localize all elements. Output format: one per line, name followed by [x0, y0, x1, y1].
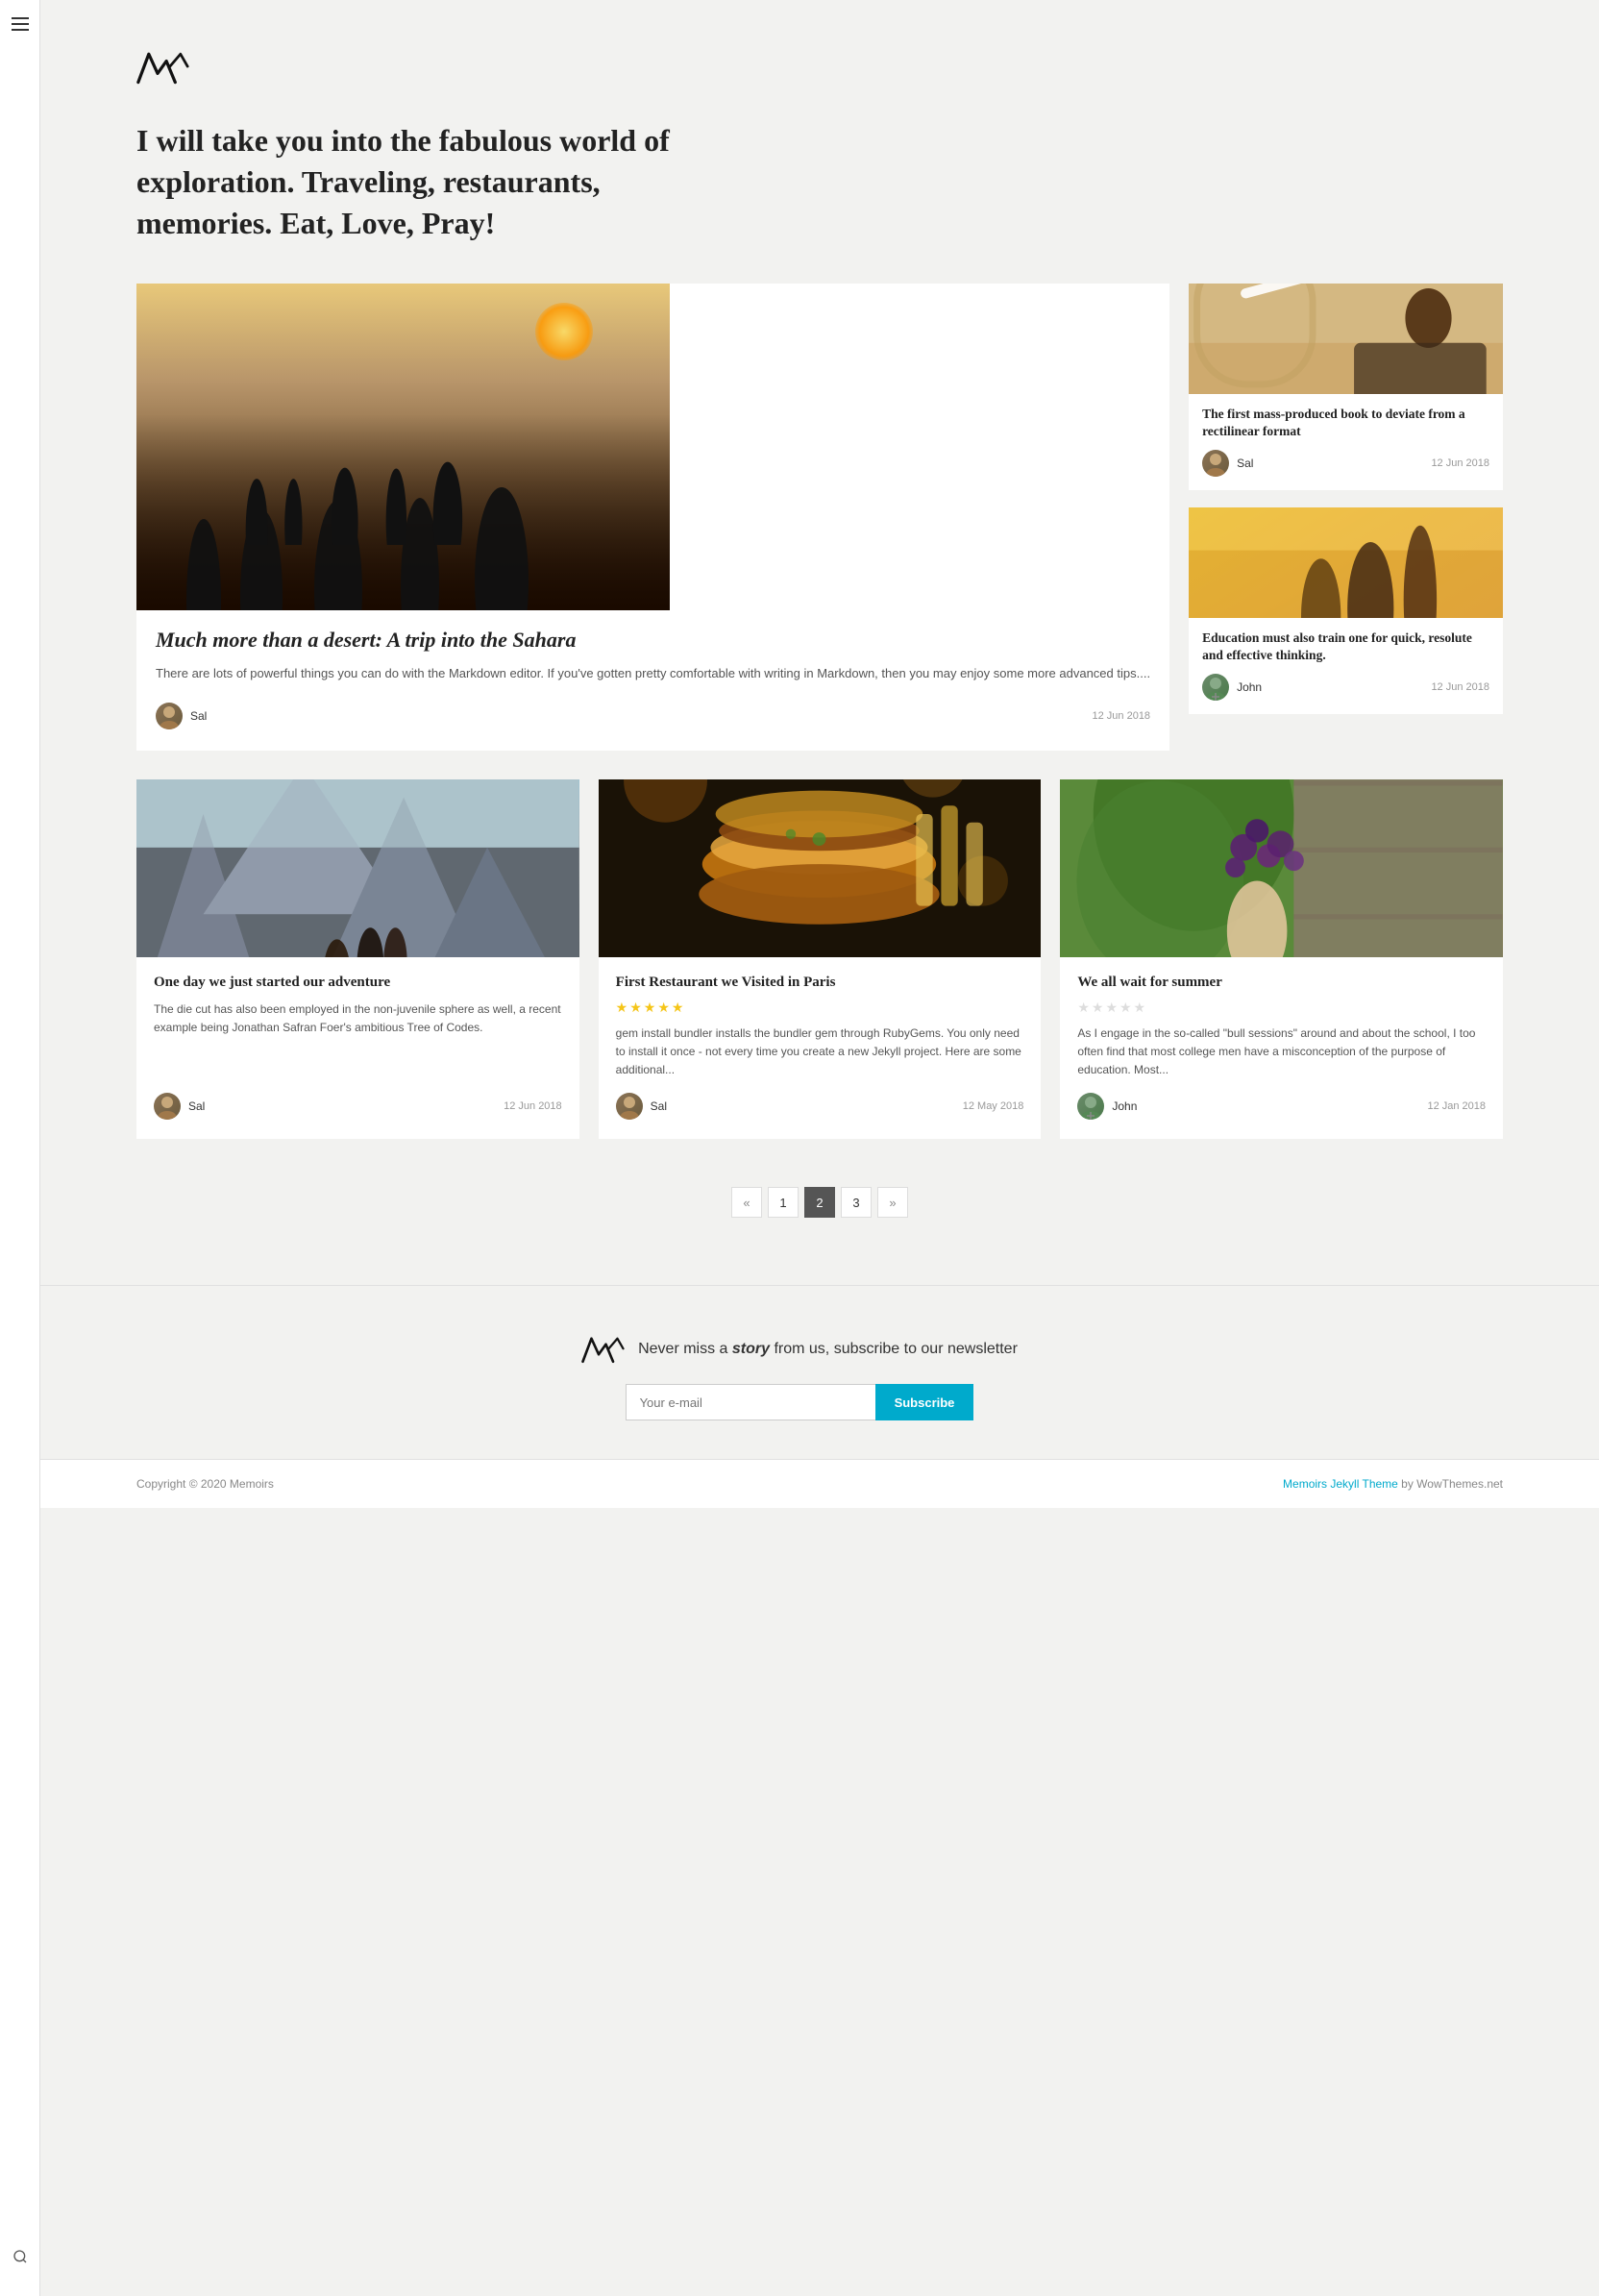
pagination-page-1[interactable]: 1	[768, 1187, 799, 1218]
card-adventure-meta: Sal 12 Jun 2018	[154, 1093, 562, 1120]
search-icon[interactable]	[12, 2249, 28, 2269]
sidebar-card-1-meta: Sal 12 Jun 2018	[1202, 450, 1489, 477]
logo-area	[136, 0, 1503, 91]
card-adventure-image	[136, 779, 579, 957]
sidebar-card-2-image	[1189, 507, 1503, 618]
card-restaurant-title[interactable]: First Restaurant we Visited in Paris	[616, 973, 1024, 992]
card-restaurant-excerpt: gem install bundler installs the bundler…	[616, 1025, 1024, 1080]
card-summer-title[interactable]: We all wait for summer	[1077, 973, 1486, 992]
card-summer-author: John	[1077, 1093, 1137, 1120]
footer-suffix: by WowThemes.net	[1398, 1477, 1503, 1491]
card-adventure-avatar	[154, 1093, 181, 1120]
featured-main-card[interactable]: Much more than a desert: A trip into the…	[136, 284, 1169, 752]
featured-main-title[interactable]: Much more than a desert: A trip into the…	[156, 628, 1150, 653]
card-summer-author-name: John	[1112, 1099, 1137, 1113]
card-summer-avatar	[1077, 1093, 1104, 1120]
featured-main-excerpt: There are lots of powerful things you ca…	[156, 664, 1150, 684]
pagination-page-3[interactable]: 3	[841, 1187, 872, 1218]
card-summer-excerpt: As I engage in the so-called "bull sessi…	[1077, 1025, 1486, 1080]
card-adventure-author: Sal	[154, 1093, 205, 1120]
footer-copyright: Copyright © 2020 Memoirs	[136, 1477, 274, 1491]
card-restaurant-author: Sal	[616, 1093, 667, 1120]
pagination-next[interactable]: »	[877, 1187, 908, 1218]
card-adventure-date: 12 Jun 2018	[504, 1100, 562, 1112]
card-summer-date: 12 Jan 2018	[1427, 1100, 1486, 1112]
featured-main-meta: Sal 12 Jun 2018	[156, 703, 1150, 729]
featured-row: Much more than a desert: A trip into the…	[136, 284, 1503, 752]
sidebar-card-2-meta: John 12 Jun 2018	[1202, 674, 1489, 701]
card-restaurant-stars: ★★★★★	[616, 1000, 1024, 1017]
newsletter-logo-row: Never miss a story from us, subscribe to…	[0, 1334, 1599, 1365]
footer-bottom: Copyright © 2020 Memoirs Memoirs Jekyll …	[0, 1459, 1599, 1508]
featured-date: 12 Jun 2018	[1093, 710, 1151, 722]
hero-heading: I will take you into the fabulous world …	[136, 120, 732, 245]
sidebar-card-2-body: Education must also train one for quick,…	[1189, 618, 1503, 714]
footer-theme-link[interactable]: Memoirs Jekyll Theme	[1283, 1477, 1398, 1491]
card-summer-body: We all wait for summer ★★★★★ As I engage…	[1060, 957, 1503, 1139]
featured-author: Sal	[156, 703, 207, 729]
newsletter-subscribe-button[interactable]: Subscribe	[875, 1384, 974, 1420]
site-logo[interactable]	[136, 48, 189, 86]
card-adventure-body: One day we just started our adventure Th…	[136, 957, 579, 1139]
pagination-page-2[interactable]: 2	[804, 1187, 835, 1218]
sidebar-card-1-date: 12 Jun 2018	[1431, 457, 1489, 469]
card-adventure-author-name: Sal	[188, 1099, 205, 1113]
sidebar-card-1-title[interactable]: The first mass-produced book to deviate …	[1202, 406, 1489, 440]
card-summer[interactable]: We all wait for summer ★★★★★ As I engage…	[1060, 779, 1503, 1139]
card-summer-stars: ★★★★★	[1077, 1000, 1486, 1017]
featured-main-image	[136, 284, 670, 610]
sidebar-card-2-title[interactable]: Education must also train one for quick,…	[1202, 630, 1489, 664]
newsletter-logo	[581, 1334, 625, 1365]
card-restaurant-meta: Sal 12 May 2018	[616, 1093, 1024, 1120]
sidebar-card-1-body: The first mass-produced book to deviate …	[1189, 394, 1503, 490]
card-restaurant-avatar	[616, 1093, 643, 1120]
sidebar-card-2-date: 12 Jun 2018	[1431, 681, 1489, 693]
sidebar-card-2-author: John	[1202, 674, 1262, 701]
sidebar	[0, 0, 40, 2296]
card-adventure-title[interactable]: One day we just started our adventure	[154, 973, 562, 992]
card-adventure[interactable]: One day we just started our adventure Th…	[136, 779, 579, 1139]
pagination-prev[interactable]: «	[731, 1187, 762, 1218]
card-restaurant-image	[599, 779, 1042, 957]
pagination: « 1 2 3 »	[136, 1187, 1503, 1218]
featured-main-body: Much more than a desert: A trip into the…	[136, 610, 1169, 752]
card-restaurant-body: First Restaurant we Visited in Paris ★★★…	[599, 957, 1042, 1139]
featured-author-avatar	[156, 703, 183, 729]
newsletter-section: Never miss a story from us, subscribe to…	[0, 1285, 1599, 1459]
hamburger-button[interactable]	[12, 17, 29, 31]
cards-row: One day we just started our adventure Th…	[136, 779, 1503, 1139]
sidebar-card-2[interactable]: Education must also train one for quick,…	[1189, 507, 1503, 714]
sidebar-card-1[interactable]: The first mass-produced book to deviate …	[1189, 284, 1503, 490]
card-summer-image	[1060, 779, 1503, 957]
featured-sidebar: The first mass-produced book to deviate …	[1189, 284, 1503, 752]
card-restaurant-author-name: Sal	[651, 1099, 667, 1113]
card-restaurant[interactable]: First Restaurant we Visited in Paris ★★★…	[599, 779, 1042, 1139]
newsletter-email-input[interactable]	[626, 1384, 875, 1420]
sidebar-card-2-author-name: John	[1237, 680, 1262, 694]
card-restaurant-date: 12 May 2018	[963, 1100, 1024, 1112]
footer-attribution: Memoirs Jekyll Theme by WowThemes.net	[1283, 1477, 1503, 1491]
sidebar-card-1-author-name: Sal	[1237, 457, 1253, 470]
newsletter-tagline: Never miss a story from us, subscribe to…	[638, 1341, 1018, 1358]
sidebar-card-1-author: Sal	[1202, 450, 1253, 477]
card-summer-meta: John 12 Jan 2018	[1077, 1093, 1486, 1120]
sidebar-card-2-avatar	[1202, 674, 1229, 701]
featured-author-name: Sal	[190, 709, 207, 723]
sidebar-card-1-image	[1189, 284, 1503, 394]
main-content: I will take you into the fabulous world …	[40, 0, 1599, 1218]
sidebar-card-1-avatar	[1202, 450, 1229, 477]
newsletter-form: Subscribe	[0, 1384, 1599, 1420]
card-adventure-excerpt: The die cut has also been employed in th…	[154, 1000, 562, 1080]
